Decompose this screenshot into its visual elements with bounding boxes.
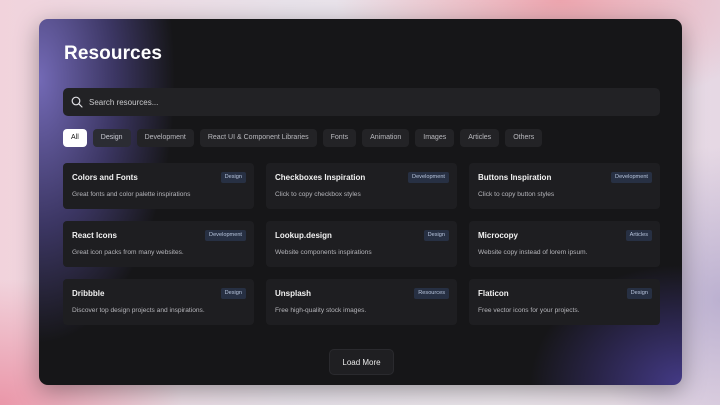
filter-chip-development[interactable]: Development <box>136 129 194 147</box>
resources-panel: Resources All Design Development React U… <box>39 19 682 385</box>
filter-chip-animation[interactable]: Animation <box>362 129 410 147</box>
search-icon <box>71 96 83 108</box>
card-description: Free vector icons for your projects. <box>478 307 580 314</box>
card-description: Free high-quality stock images. <box>275 307 367 314</box>
card-title: Flaticon <box>478 289 509 298</box>
filter-chips: All Design Development React UI & Compon… <box>63 129 543 147</box>
card-description: Website copy instead of lorem ipsum. <box>478 249 588 256</box>
category-badge: Development <box>408 172 449 183</box>
filter-chip-all[interactable]: All <box>63 129 87 147</box>
filter-chip-react-ui-libraries[interactable]: React UI & Component Libraries <box>199 129 317 147</box>
resource-card[interactable]: Dribbble Discover top design projects an… <box>63 279 254 325</box>
filter-chip-images[interactable]: Images <box>415 129 455 147</box>
card-description: Click to copy checkbox styles <box>275 191 361 198</box>
card-description: Great fonts and color palette inspiratio… <box>72 191 191 198</box>
card-description: Discover top design projects and inspira… <box>72 307 205 314</box>
card-title: Colors and Fonts <box>72 173 138 182</box>
category-badge: Design <box>220 288 246 299</box>
load-more-button[interactable]: Load More <box>329 349 394 375</box>
resource-card[interactable]: Colors and Fonts Great fonts and color p… <box>63 163 254 209</box>
resource-card[interactable]: Buttons Inspiration Click to copy button… <box>469 163 660 209</box>
search-bar[interactable] <box>63 88 660 116</box>
category-badge: Articles <box>625 230 652 241</box>
resource-card[interactable]: Microcopy Website copy instead of lorem … <box>469 221 660 267</box>
resource-card[interactable]: React Icons Great icon packs from many w… <box>63 221 254 267</box>
resource-card[interactable]: Unsplash Free high-quality stock images.… <box>266 279 457 325</box>
resource-grid: Colors and Fonts Great fonts and color p… <box>63 163 660 325</box>
category-badge: Design <box>220 172 246 183</box>
resource-card[interactable]: Flaticon Free vector icons for your proj… <box>469 279 660 325</box>
card-description: Click to copy button styles <box>478 191 555 198</box>
page-title: Resources <box>64 43 163 64</box>
category-badge: Design <box>626 288 652 299</box>
search-input[interactable] <box>89 92 649 112</box>
category-badge: Development <box>611 172 652 183</box>
resource-card[interactable]: Checkboxes Inspiration Click to copy che… <box>266 163 457 209</box>
resource-card[interactable]: Lookup.design Website components inspira… <box>266 221 457 267</box>
filter-chip-fonts[interactable]: Fonts <box>322 129 357 147</box>
category-badge: Development <box>205 230 246 241</box>
category-badge: Design <box>423 230 449 241</box>
category-badge: Resources <box>414 288 449 299</box>
filter-chip-articles[interactable]: Articles <box>460 129 500 147</box>
filter-chip-others[interactable]: Others <box>505 129 543 147</box>
filter-chip-design[interactable]: Design <box>92 129 131 147</box>
card-title: Dribbble <box>72 289 105 298</box>
card-title: Lookup.design <box>275 231 332 240</box>
card-description: Website components inspirations <box>275 249 372 256</box>
card-description: Great icon packs from many websites. <box>72 249 184 256</box>
